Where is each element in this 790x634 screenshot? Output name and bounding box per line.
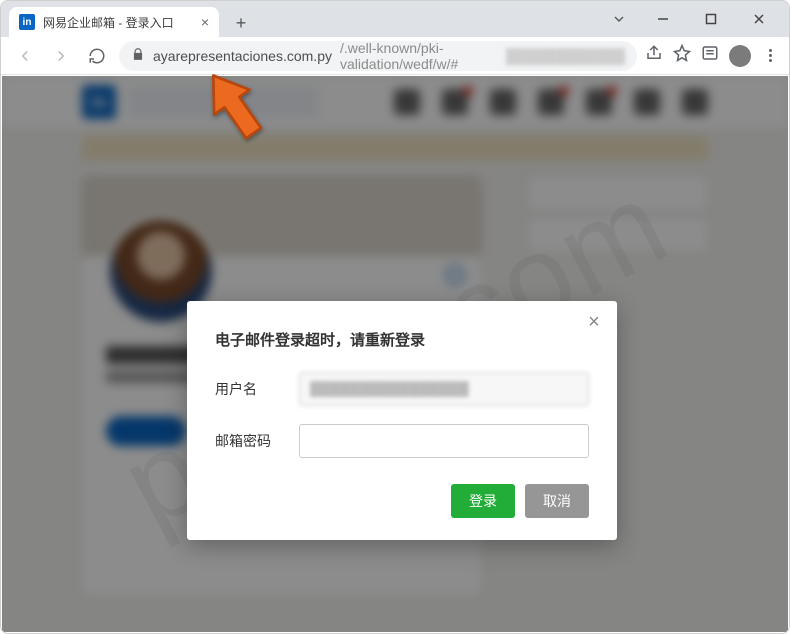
minimize-button[interactable] bbox=[641, 4, 685, 34]
browser-window: in 网易企业邮箱 - 登录入口 × + ay bbox=[0, 0, 790, 634]
modal-title: 电子邮件登录超时，请重新登录 bbox=[215, 329, 589, 350]
url-path: /.well-known/pki-validation/wedf/w/# bbox=[340, 41, 498, 71]
close-icon[interactable]: × bbox=[197, 14, 213, 30]
back-button[interactable] bbox=[11, 42, 39, 70]
kebab-menu-icon[interactable] bbox=[761, 47, 779, 65]
share-icon[interactable] bbox=[645, 44, 663, 67]
reading-list-icon[interactable] bbox=[701, 44, 719, 67]
browser-tab[interactable]: in 网易企业邮箱 - 登录入口 × bbox=[9, 7, 219, 37]
linkedin-icon: in bbox=[19, 14, 35, 30]
maximize-button[interactable] bbox=[689, 4, 733, 34]
username-label: 用户名 bbox=[215, 379, 285, 399]
tab-title: 网易企业邮箱 - 登录入口 bbox=[43, 14, 189, 31]
password-input[interactable] bbox=[299, 424, 589, 458]
username-row: 用户名 bbox=[215, 372, 589, 406]
page-viewport: in bbox=[2, 76, 788, 632]
titlebar: in 网易企业邮箱 - 登录入口 × + bbox=[1, 1, 789, 37]
username-input[interactable] bbox=[299, 372, 589, 406]
url-input[interactable]: ayarepresentaciones.com.py /.well-known/p… bbox=[119, 41, 637, 71]
tab-list-button[interactable] bbox=[605, 11, 633, 27]
modal-actions: 登录 取消 bbox=[215, 484, 589, 518]
profile-avatar[interactable] bbox=[729, 45, 751, 67]
toolbar-icons bbox=[645, 44, 779, 67]
password-label: 邮箱密码 bbox=[215, 431, 285, 451]
bookmark-icon[interactable] bbox=[673, 44, 691, 67]
window-controls bbox=[641, 4, 789, 34]
reload-button[interactable] bbox=[83, 42, 111, 70]
forward-button[interactable] bbox=[47, 42, 75, 70]
close-window-button[interactable] bbox=[737, 4, 781, 34]
url-redacted: ████████████ bbox=[506, 48, 625, 64]
close-icon[interactable]: × bbox=[583, 311, 605, 333]
login-modal: × 电子邮件登录超时，请重新登录 用户名 邮箱密码 登录 取消 bbox=[187, 301, 617, 540]
url-host: ayarepresentaciones.com.py bbox=[153, 48, 332, 64]
password-row: 邮箱密码 bbox=[215, 424, 589, 458]
address-bar: ayarepresentaciones.com.py /.well-known/p… bbox=[1, 37, 789, 75]
lock-icon bbox=[131, 47, 145, 64]
new-tab-button[interactable]: + bbox=[227, 9, 255, 37]
tab-strip: in 网易企业邮箱 - 登录入口 × + bbox=[1, 1, 605, 37]
cancel-button[interactable]: 取消 bbox=[525, 484, 589, 518]
login-button[interactable]: 登录 bbox=[451, 484, 515, 518]
